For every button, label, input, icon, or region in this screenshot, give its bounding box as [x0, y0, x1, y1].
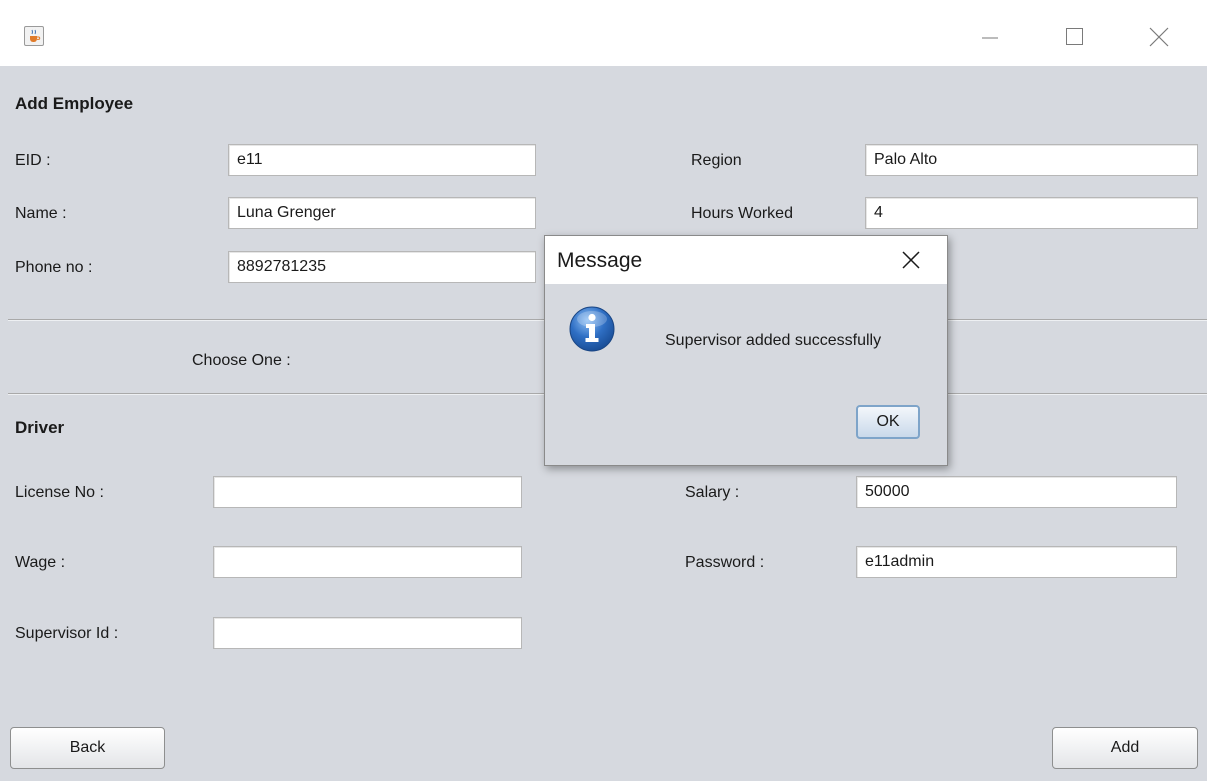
license-field[interactable]: [213, 476, 522, 508]
eid-label: EID :: [15, 152, 51, 169]
dialog-message: Supervisor added successfully: [665, 332, 882, 349]
hours-worked-field[interactable]: [865, 197, 1198, 229]
eid-field[interactable]: [228, 144, 536, 176]
info-icon: [568, 305, 616, 353]
driver-heading: Driver: [15, 418, 65, 437]
salary-field[interactable]: [856, 476, 1177, 508]
password-label: Password :: [685, 554, 765, 571]
phone-label: Phone no :: [15, 259, 93, 276]
name-field[interactable]: [228, 197, 536, 229]
dialog-close-icon[interactable]: [899, 248, 923, 272]
password-field[interactable]: [856, 546, 1177, 578]
name-label: Name :: [15, 205, 67, 222]
choose-one-label: Choose One :: [192, 352, 291, 369]
back-button[interactable]: Back: [10, 727, 165, 769]
hours-worked-label: Hours Worked: [691, 205, 793, 222]
close-icon[interactable]: [1145, 22, 1173, 50]
title-bar: [0, 0, 1207, 66]
maximize-icon[interactable]: [1060, 22, 1088, 50]
supervisor-id-field[interactable]: [213, 617, 522, 649]
phone-field[interactable]: [228, 251, 536, 283]
license-label: License No :: [15, 484, 104, 501]
dialog-title-bar: Message: [545, 236, 947, 284]
minimize-icon[interactable]: [976, 22, 1004, 50]
add-employee-heading: Add Employee: [15, 94, 134, 113]
java-cup-icon: [24, 26, 44, 46]
wage-field[interactable]: [213, 546, 522, 578]
message-dialog: Message Supervisor added successfully OK: [544, 235, 948, 466]
dialog-title: Message: [557, 249, 643, 272]
region-label: Region: [691, 152, 742, 169]
salary-label: Salary :: [685, 484, 740, 501]
add-button[interactable]: Add: [1052, 727, 1198, 769]
ok-button[interactable]: OK: [856, 405, 920, 439]
wage-label: Wage :: [15, 554, 66, 571]
region-field[interactable]: [865, 144, 1198, 176]
supervisor-id-label: Supervisor Id :: [15, 625, 119, 642]
